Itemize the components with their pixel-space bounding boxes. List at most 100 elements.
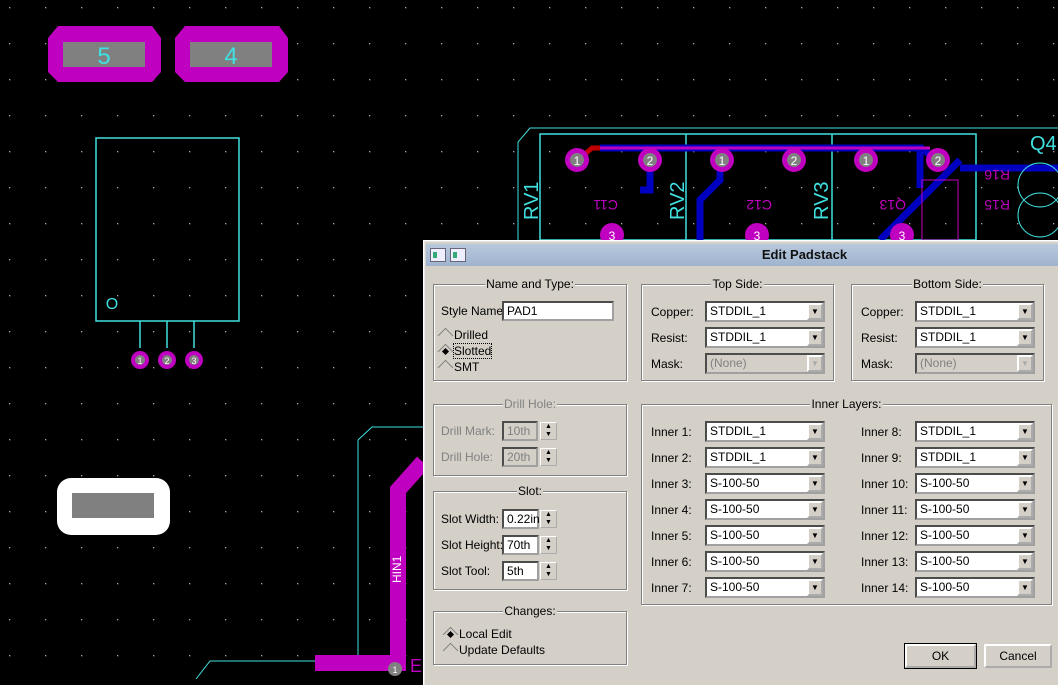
- inner-14-select[interactable]: S-100-50 ▼: [915, 577, 1035, 598]
- inner-8-value: STDDIL_1: [920, 424, 977, 438]
- chevron-down-icon: ▼: [1017, 303, 1033, 320]
- inner-8-select[interactable]: STDDIL_1 ▼: [915, 421, 1035, 442]
- chevron-down-icon: ▼: [807, 329, 823, 346]
- inner-10-select[interactable]: S-100-50 ▼: [915, 473, 1035, 494]
- drill-hole-label: Drill Hole:: [441, 450, 494, 464]
- inner-12-select[interactable]: S-100-50 ▼: [915, 525, 1035, 546]
- dialog-title-bar[interactable]: Edit Padstack: [426, 244, 1058, 266]
- drill-mark-spinner: ▲ ▼: [540, 422, 557, 440]
- slot-width-spinner[interactable]: ▲ ▼: [540, 510, 557, 528]
- chevron-down-icon[interactable]: ▼: [1017, 423, 1033, 440]
- bottom-resist-select[interactable]: STDDIL_1 ▼: [915, 327, 1035, 348]
- chevron-down-icon: ▼: [807, 303, 823, 320]
- svg-text:1: 1: [392, 665, 397, 675]
- pad-4[interactable]: 4: [175, 26, 288, 82]
- inner-9-select[interactable]: STDDIL_1 ▼: [915, 447, 1035, 468]
- inner-4-label: Inner 4:: [651, 503, 692, 517]
- svg-text:2: 2: [164, 356, 169, 366]
- chevron-down-icon[interactable]: ▼: [807, 579, 823, 596]
- top-mask-label: Mask:: [651, 357, 684, 371]
- bottom-mask-label: Mask:: [861, 357, 894, 371]
- radio-smt[interactable]: SMT: [437, 359, 479, 375]
- inner-13-select[interactable]: S-100-50 ▼: [915, 551, 1035, 572]
- inner-2-value: STDDIL_1: [710, 450, 767, 464]
- inner-5-label: Inner 5:: [651, 529, 692, 543]
- inner-5-select[interactable]: S-100-50 ▼: [705, 525, 825, 546]
- chevron-down-icon[interactable]: ▼: [1017, 475, 1033, 492]
- chevron-down-icon[interactable]: ▼: [1017, 501, 1033, 518]
- pad-5[interactable]: 5: [48, 26, 161, 82]
- slot-tool-spinner[interactable]: ▲ ▼: [540, 562, 557, 580]
- inner-5-value: S-100-50: [710, 528, 760, 542]
- svg-text:1: 1: [863, 154, 870, 168]
- inner-3-value: S-100-50: [710, 476, 760, 490]
- svg-text:E: E: [410, 656, 422, 676]
- top-mask-select: (None) ▼: [705, 353, 825, 374]
- chevron-down-icon[interactable]: ▼: [1017, 527, 1033, 544]
- drill-hole-input: 20th: [502, 447, 538, 467]
- chevron-down-icon[interactable]: ▼: [807, 423, 823, 440]
- slot-tool-input[interactable]: 5th: [502, 561, 539, 581]
- window-icon: [450, 248, 466, 262]
- top-resist-label: Resist:: [651, 331, 688, 345]
- svg-text:2: 2: [791, 154, 798, 168]
- chevron-down-icon[interactable]: ▼: [807, 449, 823, 466]
- inner-6-select[interactable]: S-100-50 ▼: [705, 551, 825, 572]
- inner-7-label: Inner 7:: [651, 581, 692, 595]
- chevron-down-icon[interactable]: ▼: [807, 553, 823, 570]
- inner-11-select[interactable]: S-100-50 ▼: [915, 499, 1035, 520]
- chevron-down-icon: ▼: [1017, 329, 1033, 346]
- inner-12-label: Inner 12:: [861, 529, 909, 543]
- pad-4-label: 4: [224, 43, 237, 70]
- style-name-input[interactable]: PAD1: [502, 301, 614, 321]
- svg-text:R16: R16: [984, 167, 1010, 183]
- slot-height-input[interactable]: 70th: [502, 535, 539, 555]
- cancel-button[interactable]: Cancel: [984, 644, 1052, 668]
- inner-14-label: Inner 14:: [861, 581, 909, 595]
- smt-pad[interactable]: [57, 478, 170, 535]
- radio-slotted[interactable]: Slotted: [437, 343, 493, 359]
- slot-tool-label: Slot Tool:: [441, 564, 491, 578]
- chevron-down-icon[interactable]: ▼: [1017, 579, 1033, 596]
- svg-text:C12: C12: [746, 197, 772, 213]
- bottom-resist-label: Resist:: [861, 331, 898, 345]
- drill-hole-spinner: ▲ ▼: [540, 448, 557, 466]
- drill-mark-input: 10th: [502, 421, 538, 441]
- svg-text:1: 1: [719, 154, 726, 168]
- svg-text:Q4: Q4: [1030, 133, 1057, 155]
- chevron-down-icon[interactable]: ▼: [1017, 449, 1033, 466]
- radio-drilled[interactable]: Drilled: [437, 327, 488, 343]
- edit-padstack-dialog: Edit Padstack Name and Type: Style Name …: [423, 240, 1058, 685]
- top-copper-select[interactable]: STDDIL_1 ▼: [705, 301, 825, 322]
- style-name-label: Style Name: [441, 304, 504, 318]
- radio-update-defaults[interactable]: Update Defaults: [442, 642, 545, 658]
- inner-10-label: Inner 10:: [861, 477, 909, 491]
- slot-width-input[interactable]: 0.22in: [502, 509, 540, 529]
- inner-4-select[interactable]: S-100-50 ▼: [705, 499, 825, 520]
- chevron-down-icon[interactable]: ▼: [1017, 553, 1033, 570]
- bottom-copper-select[interactable]: STDDIL_1 ▼: [915, 301, 1035, 322]
- slot-height-spinner[interactable]: ▲ ▼: [540, 536, 557, 554]
- svg-text:2: 2: [935, 154, 942, 168]
- top-copper-label: Copper:: [651, 305, 694, 319]
- chevron-down-icon[interactable]: ▼: [807, 501, 823, 518]
- ok-button[interactable]: OK: [904, 643, 977, 669]
- chevron-down-icon[interactable]: ▼: [807, 475, 823, 492]
- inner-3-select[interactable]: S-100-50 ▼: [705, 473, 825, 494]
- inner-4-value: S-100-50: [710, 502, 760, 516]
- group-legend: Name and Type:: [485, 277, 575, 291]
- inner-7-select[interactable]: S-100-50 ▼: [705, 577, 825, 598]
- top-resist-select[interactable]: STDDIL_1 ▼: [705, 327, 825, 348]
- inner-1-select[interactable]: STDDIL_1 ▼: [705, 421, 825, 442]
- svg-text:RV2: RV2: [667, 181, 689, 220]
- svg-text:1: 1: [574, 154, 581, 168]
- chevron-down-icon: ▼: [807, 355, 823, 372]
- svg-text:R15: R15: [984, 197, 1010, 213]
- inner-7-value: S-100-50: [710, 580, 760, 594]
- inner-2-select[interactable]: STDDIL_1 ▼: [705, 447, 825, 468]
- chevron-down-icon[interactable]: ▼: [807, 527, 823, 544]
- radio-local-edit[interactable]: Local Edit: [442, 626, 512, 642]
- chevron-down-icon: ▼: [1017, 355, 1033, 372]
- dialog-title: Edit Padstack: [761, 247, 848, 262]
- bottom-mask-select: (None) ▼: [915, 353, 1035, 374]
